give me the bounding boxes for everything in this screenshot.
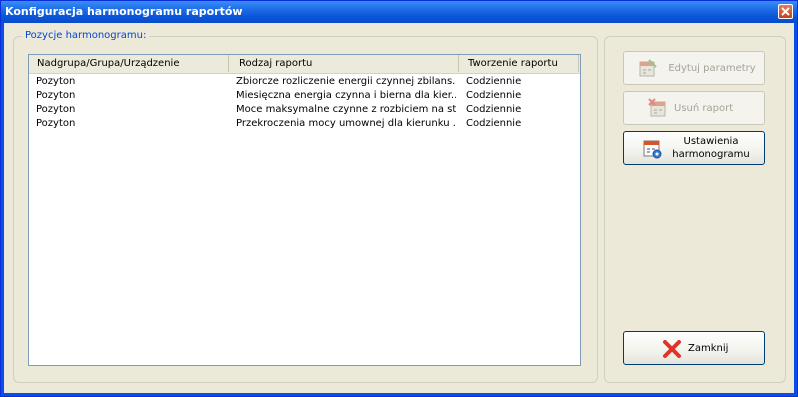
cell-report-creation: Codziennie	[466, 118, 522, 129]
table-row[interactable]: Pozyton Miesięczna energia czynna i bier…	[29, 89, 580, 103]
cell-report-type: Miesięczna energia czynna i bierna dla k…	[236, 90, 456, 101]
close-button[interactable]: Zamknij	[623, 331, 765, 365]
edit-parameters-label: Edytuj parametry	[668, 63, 756, 74]
calendar-settings-icon	[643, 140, 662, 159]
cell-device: Pozyton	[36, 104, 76, 115]
close-icon	[781, 7, 790, 16]
schedule-list[interactable]: Nadgrupa/Grupa/Urządzenie Rodzaj raportu…	[28, 54, 581, 366]
cell-report-type: Moce maksymalne czynne z rozbiciem na st…	[236, 104, 456, 115]
cell-report-creation: Codziennie	[466, 90, 522, 101]
schedule-settings-button[interactable]: Ustawienia harmonogramu	[623, 131, 765, 165]
calendar-delete-icon	[648, 98, 666, 117]
cell-device: Pozyton	[36, 118, 76, 129]
cell-report-type: Przekroczenia mocy umownej dla kierunku …	[236, 118, 456, 129]
red-x-icon	[663, 340, 681, 358]
delete-report-label: Usuń raport	[674, 103, 734, 114]
cell-device: Pozyton	[36, 90, 76, 101]
window-close-button[interactable]	[778, 4, 793, 19]
cell-report-creation: Codziennie	[466, 76, 522, 87]
schedule-settings-label-line2: harmonogramu	[672, 149, 750, 160]
close-label: Zamknij	[688, 343, 729, 354]
column-header-device[interactable]: Nadgrupa/Grupa/Urządzenie	[29, 55, 229, 72]
table-row[interactable]: Pozyton Zbiorcze rozliczenie energii czy…	[29, 75, 580, 89]
schedule-settings-label-line1: Ustawienia	[683, 136, 739, 147]
table-row[interactable]: Pozyton Moce maksymalne czynne z rozbici…	[29, 103, 580, 117]
cell-report-creation: Codziennie	[466, 104, 522, 115]
delete-report-button[interactable]: Usuń raport	[623, 91, 765, 125]
cell-report-type: Zbiorcze rozliczenie energii czynnej zbi…	[236, 76, 456, 87]
table-row[interactable]: Pozyton Przekroczenia mocy umownej dla k…	[29, 117, 580, 131]
calendar-edit-icon	[639, 59, 657, 77]
title-bar[interactable]: Konfiguracja harmonogramu raportów	[1, 1, 797, 23]
cell-device: Pozyton	[36, 76, 76, 87]
window-title: Konfiguracja harmonogramu raportów	[5, 5, 243, 18]
edit-parameters-button[interactable]: Edytuj parametry	[623, 51, 765, 85]
dialog-window: Konfiguracja harmonogramu raportów Pozyc…	[0, 0, 798, 397]
column-header-report-creation[interactable]: Tworzenie raportu	[459, 55, 579, 72]
list-header: Nadgrupa/Grupa/Urządzenie Rodzaj raportu…	[29, 55, 580, 74]
schedule-group-label: Pozycje harmonogramu:	[22, 30, 150, 41]
dialog-client-area: Pozycje harmonogramu: Nadgrupa/Grupa/Urz…	[4, 23, 794, 393]
column-header-report-type[interactable]: Rodzaj raportu	[229, 55, 459, 72]
